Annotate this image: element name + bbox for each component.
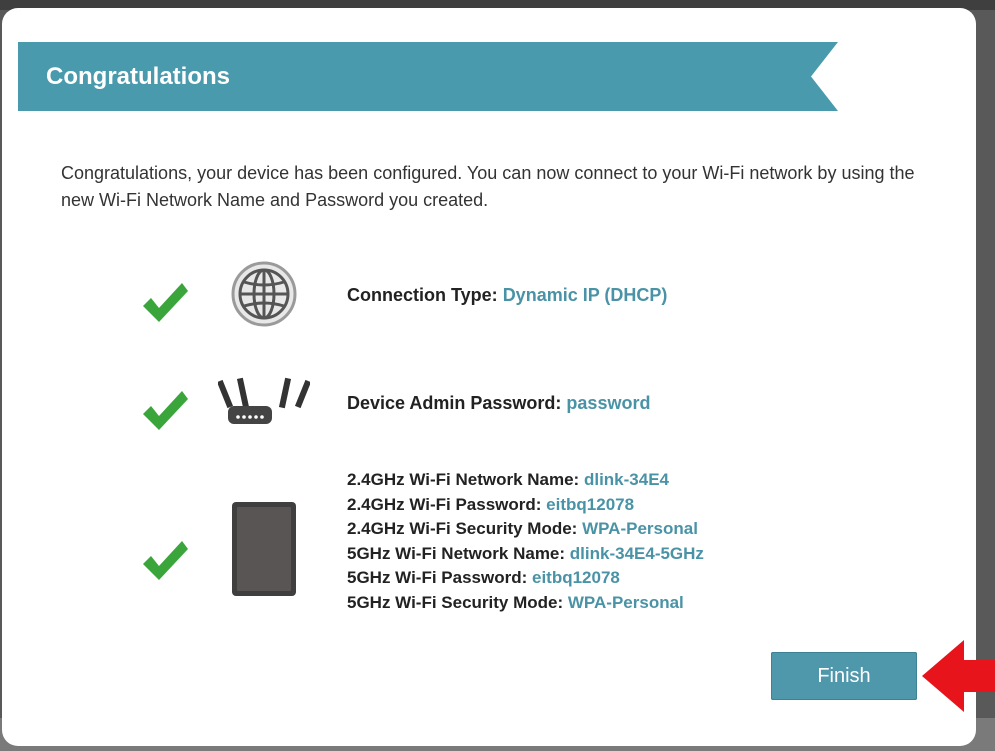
wifi-row: 5GHz Wi-Fi Network Name: dlink-34E4-5GHz — [347, 542, 704, 567]
connection-type-row: Connection Type: Dynamic IP (DHCP) — [347, 285, 667, 306]
wifi-label: 2.4GHz Wi-Fi Password: — [347, 494, 542, 514]
wifi-row: 2.4GHz Wi-Fi Network Name: dlink-34E4 — [347, 468, 704, 493]
title-banner: Congratulations — [18, 42, 838, 111]
checkmark-icon — [143, 541, 188, 580]
wifi-value: eitbq12078 — [532, 568, 620, 587]
intro-text: Congratulations, your device has been co… — [61, 163, 915, 210]
wifi-value: dlink-34E4 — [583, 470, 670, 489]
wifi-value: WPA-Personal — [567, 592, 684, 612]
connection-type-value: Dynamic IP (DHCP) — [502, 285, 668, 305]
wifi-label: 2.4GHz Wi-Fi Security Mode: — [347, 519, 578, 538]
wifi-label: 5GHz Wi-Fi Network Name: — [347, 543, 566, 563]
admin-password-label: Device Admin Password: — [347, 393, 562, 413]
wifi-label: 2.4GHz Wi-Fi Network Name: — [347, 470, 580, 489]
router-icon — [218, 377, 310, 424]
wifi-settings-list: 2.4GHz Wi-Fi Network Name: dlink-34E4 2.… — [347, 468, 704, 615]
connection-type-label: Connection Type: — [347, 285, 498, 305]
wifi-row: 5GHz Wi-Fi Security Mode: WPA-Personal — [347, 591, 704, 616]
wifi-row: 2.4GHz Wi-Fi Security Mode: WPA-Personal — [347, 517, 704, 542]
admin-password-value: password — [566, 393, 651, 413]
wifi-value: WPA-Personal — [582, 519, 698, 538]
checkmark-icon — [143, 283, 188, 322]
checkmark-icon — [143, 391, 188, 430]
congratulations-dialog — [2, 8, 976, 746]
globe-icon — [231, 261, 297, 327]
wifi-row: 2.4GHz Wi-Fi Password: eitbq12078 — [347, 493, 704, 518]
banner-title: Congratulations — [46, 63, 230, 90]
wifi-value: eitbq12078 — [546, 494, 635, 514]
tablet-icon — [232, 502, 296, 596]
wifi-value: dlink-34E4-5GHz — [569, 543, 704, 563]
admin-password-row: Device Admin Password: password — [347, 393, 650, 414]
red-arrow-pointer — [922, 640, 995, 712]
wifi-label: 5GHz Wi-Fi Security Mode: — [347, 592, 564, 612]
wifi-row: 5GHz Wi-Fi Password: eitbq12078 — [347, 566, 704, 591]
finish-button[interactable]: Finish — [771, 652, 917, 700]
wifi-label: 5GHz Wi-Fi Password: — [347, 568, 528, 587]
